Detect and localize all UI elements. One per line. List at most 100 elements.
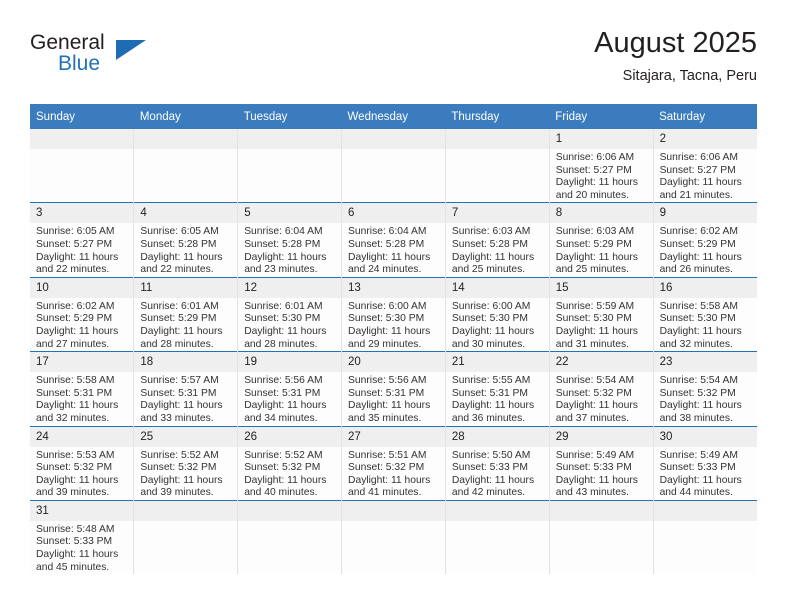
day-number: 10 [30, 277, 134, 298]
sunrise-text: Sunrise: 6:02 AM [36, 300, 115, 312]
sunrise-text: Sunrise: 6:04 AM [244, 226, 323, 238]
daylight-text-line1: Daylight: 11 hours [36, 474, 119, 486]
calendar-day-cell[interactable]: 8 Sunrise: 6:03 AM Sunset: 5:29 PM Daylight… [548, 202, 654, 278]
calendar-day-cell[interactable]: 29 Sunrise: 5:49 AM Sunset: 5:33 PM Dayligh… [548, 425, 654, 501]
sunrise-text: Sunrise: 5:54 AM [555, 375, 635, 387]
calendar-day-cell[interactable]: 18 Sunrise: 5:57 AM Sunset: 5:31 PM Dayligh… [133, 351, 239, 426]
calendar-day-cell[interactable]: 3 Sunrise: 6:05 AM Sunset: 5:27 PM Daylight… [30, 202, 135, 278]
daylight-text-line1: Daylight: 11 hours [659, 177, 742, 189]
calendar-day-cell[interactable]: 30 Sunrise: 5:49 AM Sunset: 5:33 PM Dayligh… [652, 425, 757, 501]
calendar-day-cell[interactable]: 28 Sunrise: 5:50 AM Sunset: 5:33 PM Dayligh… [444, 425, 550, 501]
day-details: Sunrise: 6:03 AM Sunset: 5:29 PM Daylight:… [550, 223, 653, 276]
calendar-day-cell[interactable]: 6 Sunrise: 6:04 AM Sunset: 5:28 PM Daylight… [341, 202, 446, 278]
day-number [549, 500, 653, 521]
sunset-text: Sunset: 5:27 PM [659, 164, 736, 176]
daylight-text-line1: Daylight: 11 hours [36, 400, 119, 412]
calendar-day-cell[interactable]: 11 Sunrise: 6:01 AM Sunset: 5:29 PM Dayligh… [133, 276, 239, 352]
calendar-day-cell[interactable]: 19 Sunrise: 5:56 AM Sunset: 5:31 PM Dayligh… [237, 351, 343, 426]
daylight-text-line2: and 22 minutes. [140, 264, 214, 276]
calendar-day-cell[interactable]: 23 Sunrise: 5:54 AM Sunset: 5:32 PM Dayligh… [652, 351, 757, 426]
day-number [342, 500, 445, 521]
calendar-day-cell[interactable]: 12 Sunrise: 6:01 AM Sunset: 5:30 PM Dayligh… [237, 276, 343, 352]
day-details: Sunrise: 5:52 AM Sunset: 5:32 PM Daylight:… [238, 447, 341, 500]
general-blue-logo: General Blue [30, 32, 210, 88]
sunset-text: Sunset: 5:28 PM [451, 238, 529, 250]
sunset-text: Sunset: 5:32 PM [140, 462, 217, 474]
calendar-day-cell[interactable]: 21 Sunrise: 5:55 AM Sunset: 5:31 PM Dayligh… [444, 351, 550, 426]
sunset-text: Sunset: 5:30 PM [555, 313, 632, 325]
calendar-day-cell[interactable]: 31 Sunrise: 5:48 AM Sunset: 5:33 PM Dayligh… [30, 499, 135, 575]
day-number: 30 [653, 426, 757, 447]
sunrise-text: Sunrise: 5:59 AM [555, 300, 635, 312]
calendar-day-cell[interactable]: 22 Sunrise: 5:54 AM Sunset: 5:32 PM Dayligh… [548, 351, 654, 426]
calendar-day-cell[interactable]: 4 Sunrise: 6:05 AM Sunset: 5:28 PM Daylight… [133, 202, 239, 278]
sunrise-text: Sunrise: 5:58 AM [659, 300, 738, 312]
daylight-text-line1: Daylight: 11 hours [140, 325, 223, 337]
calendar-day-cell[interactable]: 15 Sunrise: 5:59 AM Sunset: 5:30 PM Dayligh… [548, 276, 654, 352]
day-details: Sunrise: 6:00 AM Sunset: 5:30 PM Daylight:… [342, 298, 445, 351]
calendar-day-cell[interactable]: 17 Sunrise: 5:58 AM Sunset: 5:31 PM Dayligh… [30, 351, 135, 426]
calendar-day-cell[interactable]: 1 Sunrise: 6:06 AM Sunset: 5:27 PM Daylight… [548, 129, 654, 203]
day-details: Sunrise: 5:49 AM Sunset: 5:33 PM Daylight:… [654, 447, 757, 500]
daylight-text-line1: Daylight: 11 hours [348, 474, 431, 486]
calendar-day-cell[interactable]: 10 Sunrise: 6:02 AM Sunset: 5:29 PM Dayligh… [30, 276, 135, 352]
sunset-text: Sunset: 5:31 PM [140, 387, 217, 399]
calendar-empty-cell [341, 129, 446, 203]
day-details: Sunrise: 5:50 AM Sunset: 5:33 PM Daylight:… [446, 447, 549, 500]
calendar-week-row: 24 Sunrise: 5:53 AM Sunset: 5:32 PM Dayligh… [30, 425, 757, 501]
calendar-day-cell[interactable]: 7 Sunrise: 6:03 AM Sunset: 5:28 PM Daylight… [444, 202, 550, 278]
day-number: 2 [653, 129, 757, 149]
day-details: Sunrise: 5:53 AM Sunset: 5:32 PM Daylight:… [30, 447, 133, 500]
page-header: General Blue August 2025 Sitajara, Tacna… [30, 26, 757, 98]
sunset-text: Sunset: 5:31 PM [36, 387, 113, 399]
calendar-empty-cell [652, 499, 757, 575]
sunrise-text: Sunrise: 5:56 AM [244, 375, 323, 387]
calendar-day-cell[interactable]: 14 Sunrise: 6:00 AM Sunset: 5:30 PM Dayligh… [444, 276, 550, 352]
logo-triangle-icon [116, 40, 146, 60]
calendar-day-cell[interactable]: 24 Sunrise: 5:53 AM Sunset: 5:32 PM Dayligh… [30, 425, 135, 501]
day-number [445, 129, 549, 149]
calendar-week-row: 31 Sunrise: 5:48 AM Sunset: 5:33 PM Dayligh… [30, 499, 757, 575]
day-details: Sunrise: 6:04 AM Sunset: 5:28 PM Daylight:… [238, 223, 341, 276]
calendar-day-cell[interactable]: 5 Sunrise: 6:04 AM Sunset: 5:28 PM Daylight… [237, 202, 343, 278]
daylight-text-line2: and 26 minutes. [659, 264, 733, 276]
calendar-day-cell[interactable]: 9 Sunrise: 6:02 AM Sunset: 5:29 PM Daylight… [652, 202, 757, 278]
calendar-day-cell[interactable]: 13 Sunrise: 6:00 AM Sunset: 5:30 PM Dayligh… [341, 276, 446, 352]
calendar-day-cell[interactable]: 25 Sunrise: 5:52 AM Sunset: 5:32 PM Dayligh… [133, 425, 239, 501]
daylight-text-line2: and 23 minutes. [244, 264, 318, 276]
day-number [653, 500, 757, 521]
calendar-day-cell[interactable]: 26 Sunrise: 5:52 AM Sunset: 5:32 PM Dayligh… [237, 425, 343, 501]
calendar-day-cell[interactable]: 2 Sunrise: 6:06 AM Sunset: 5:27 PM Daylight… [652, 129, 757, 203]
day-details: Sunrise: 5:54 AM Sunset: 5:32 PM Daylight:… [654, 372, 757, 425]
daylight-text-line1: Daylight: 11 hours [348, 325, 431, 337]
day-number: 5 [238, 203, 342, 224]
day-number [238, 129, 342, 149]
calendar-day-cell[interactable]: 16 Sunrise: 5:58 AM Sunset: 5:30 PM Dayligh… [652, 276, 757, 352]
daylight-text-line2: and 31 minutes. [555, 338, 629, 350]
sunrise-text: Sunrise: 5:55 AM [451, 375, 531, 387]
daylight-text-line1: Daylight: 11 hours [36, 325, 119, 337]
daylight-text-line1: Daylight: 11 hours [140, 400, 223, 412]
day-details: Sunrise: 6:06 AM Sunset: 5:27 PM Daylight:… [550, 149, 653, 202]
daylight-text-line1: Daylight: 11 hours [555, 325, 638, 337]
daylight-text-line2: and 42 minutes. [451, 487, 526, 499]
calendar-week-row: 3 Sunrise: 6:05 AM Sunset: 5:27 PM Daylight… [30, 202, 757, 278]
weekday-header-friday: Friday [549, 104, 654, 129]
day-details: Sunrise: 6:03 AM Sunset: 5:28 PM Daylight:… [446, 223, 549, 276]
daylight-text-line1: Daylight: 11 hours [244, 251, 327, 263]
daylight-text-line2: and 30 minutes. [451, 338, 526, 350]
sunrise-text: Sunrise: 6:06 AM [659, 152, 738, 163]
daylight-text-line1: Daylight: 11 hours [555, 474, 638, 486]
day-details: Sunrise: 5:48 AM Sunset: 5:33 PM Daylight:… [30, 521, 133, 574]
calendar-head: Sunday Monday Tuesday Wednesday Thursday… [30, 104, 757, 129]
page-subtitle: Sitajara, Tacna, Peru [622, 68, 757, 84]
calendar-empty-cell [237, 129, 343, 203]
calendar-day-cell[interactable]: 20 Sunrise: 5:56 AM Sunset: 5:31 PM Dayligh… [341, 351, 446, 426]
day-number: 18 [134, 352, 238, 373]
calendar-day-cell[interactable]: 27 Sunrise: 5:51 AM Sunset: 5:32 PM Dayligh… [341, 425, 446, 501]
calendar-page: General Blue August 2025 Sitajara, Tacna… [0, 0, 792, 612]
daylight-text-line2: and 36 minutes. [451, 412, 526, 424]
daylight-text-line1: Daylight: 11 hours [348, 400, 431, 412]
sunset-text: Sunset: 5:33 PM [659, 462, 736, 474]
sunset-text: Sunset: 5:32 PM [555, 387, 632, 399]
